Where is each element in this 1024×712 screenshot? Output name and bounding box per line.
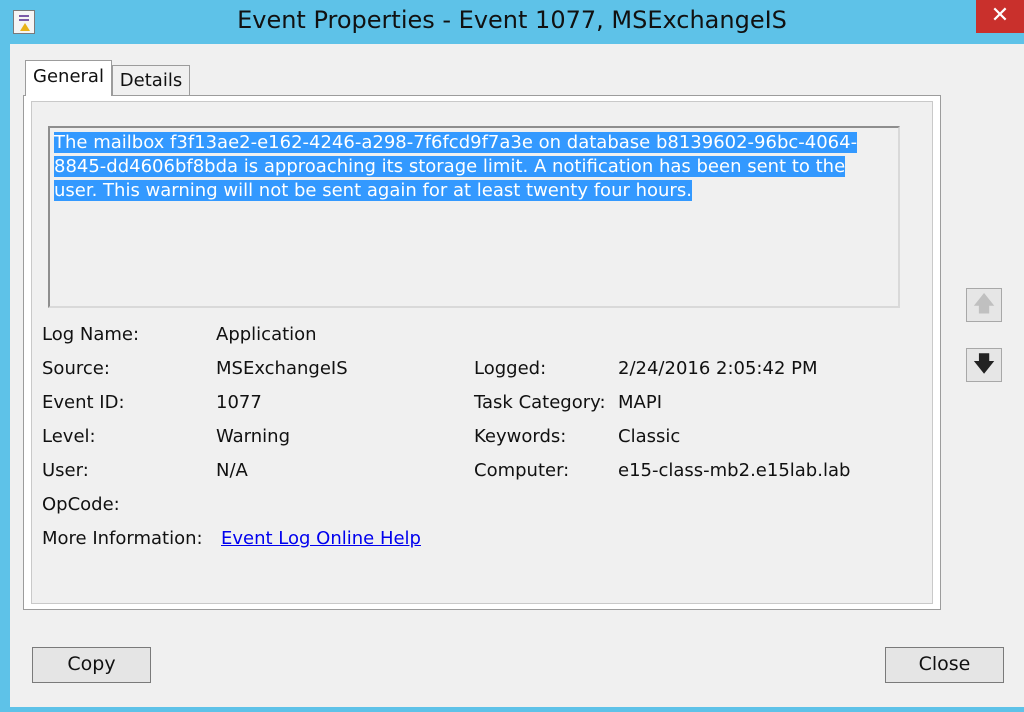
general-panel-inner: The mailbox f3f13ae2-e162-4246-a298-7f6f… [31,101,933,604]
previous-event-button[interactable]: 🡅 [966,288,1002,322]
window-close-button[interactable]: ✕ [976,0,1024,33]
level-value: Warning [216,426,291,447]
event-id-value: 1077 [216,392,262,413]
log-name-value: Application [216,324,317,345]
keywords-label: Keywords: [474,426,567,447]
window-title: Event Properties - Event 1077, MSExchang… [237,6,787,34]
arrow-up-icon: 🡅 [972,292,996,317]
user-value: N/A [216,460,248,481]
opcode-label: OpCode: [42,494,120,515]
tab-general[interactable]: General [25,60,112,96]
more-information-label: More Information: [42,528,203,549]
user-label: User: [42,460,89,481]
dialog-body: General Details The mailbox f3f13ae2-e16… [10,44,1024,707]
copy-button[interactable]: Copy [32,647,151,683]
level-label: Level: [42,426,96,447]
title-bar: Event Properties - Event 1077, MSExchang… [0,0,1024,44]
task-category-value: MAPI [618,392,663,413]
arrow-down-icon: 🡇 [972,352,996,377]
keywords-value: Classic [618,426,681,447]
logged-value: 2/24/2016 2:05:42 PM [618,358,818,379]
log-name-label: Log Name: [42,324,140,345]
event-id-label: Event ID: [42,392,125,413]
close-button[interactable]: Close [885,647,1004,683]
event-log-online-help-link[interactable]: Event Log Online Help [221,528,421,549]
computer-label: Computer: [474,460,570,481]
computer-value: e15-class-mb2.e15lab.lab [618,460,851,481]
logged-label: Logged: [474,358,547,379]
general-panel: The mailbox f3f13ae2-e162-4246-a298-7f6f… [23,95,941,610]
event-description-box[interactable]: The mailbox f3f13ae2-e162-4246-a298-7f6f… [48,126,900,308]
event-description-text: The mailbox f3f13ae2-e162-4246-a298-7f6f… [54,132,858,201]
source-label: Source: [42,358,110,379]
tab-details[interactable]: Details [112,65,190,96]
next-event-button[interactable]: 🡇 [966,348,1002,382]
source-value: MSExchangeIS [216,358,348,379]
task-category-label: Task Category: [474,392,606,413]
